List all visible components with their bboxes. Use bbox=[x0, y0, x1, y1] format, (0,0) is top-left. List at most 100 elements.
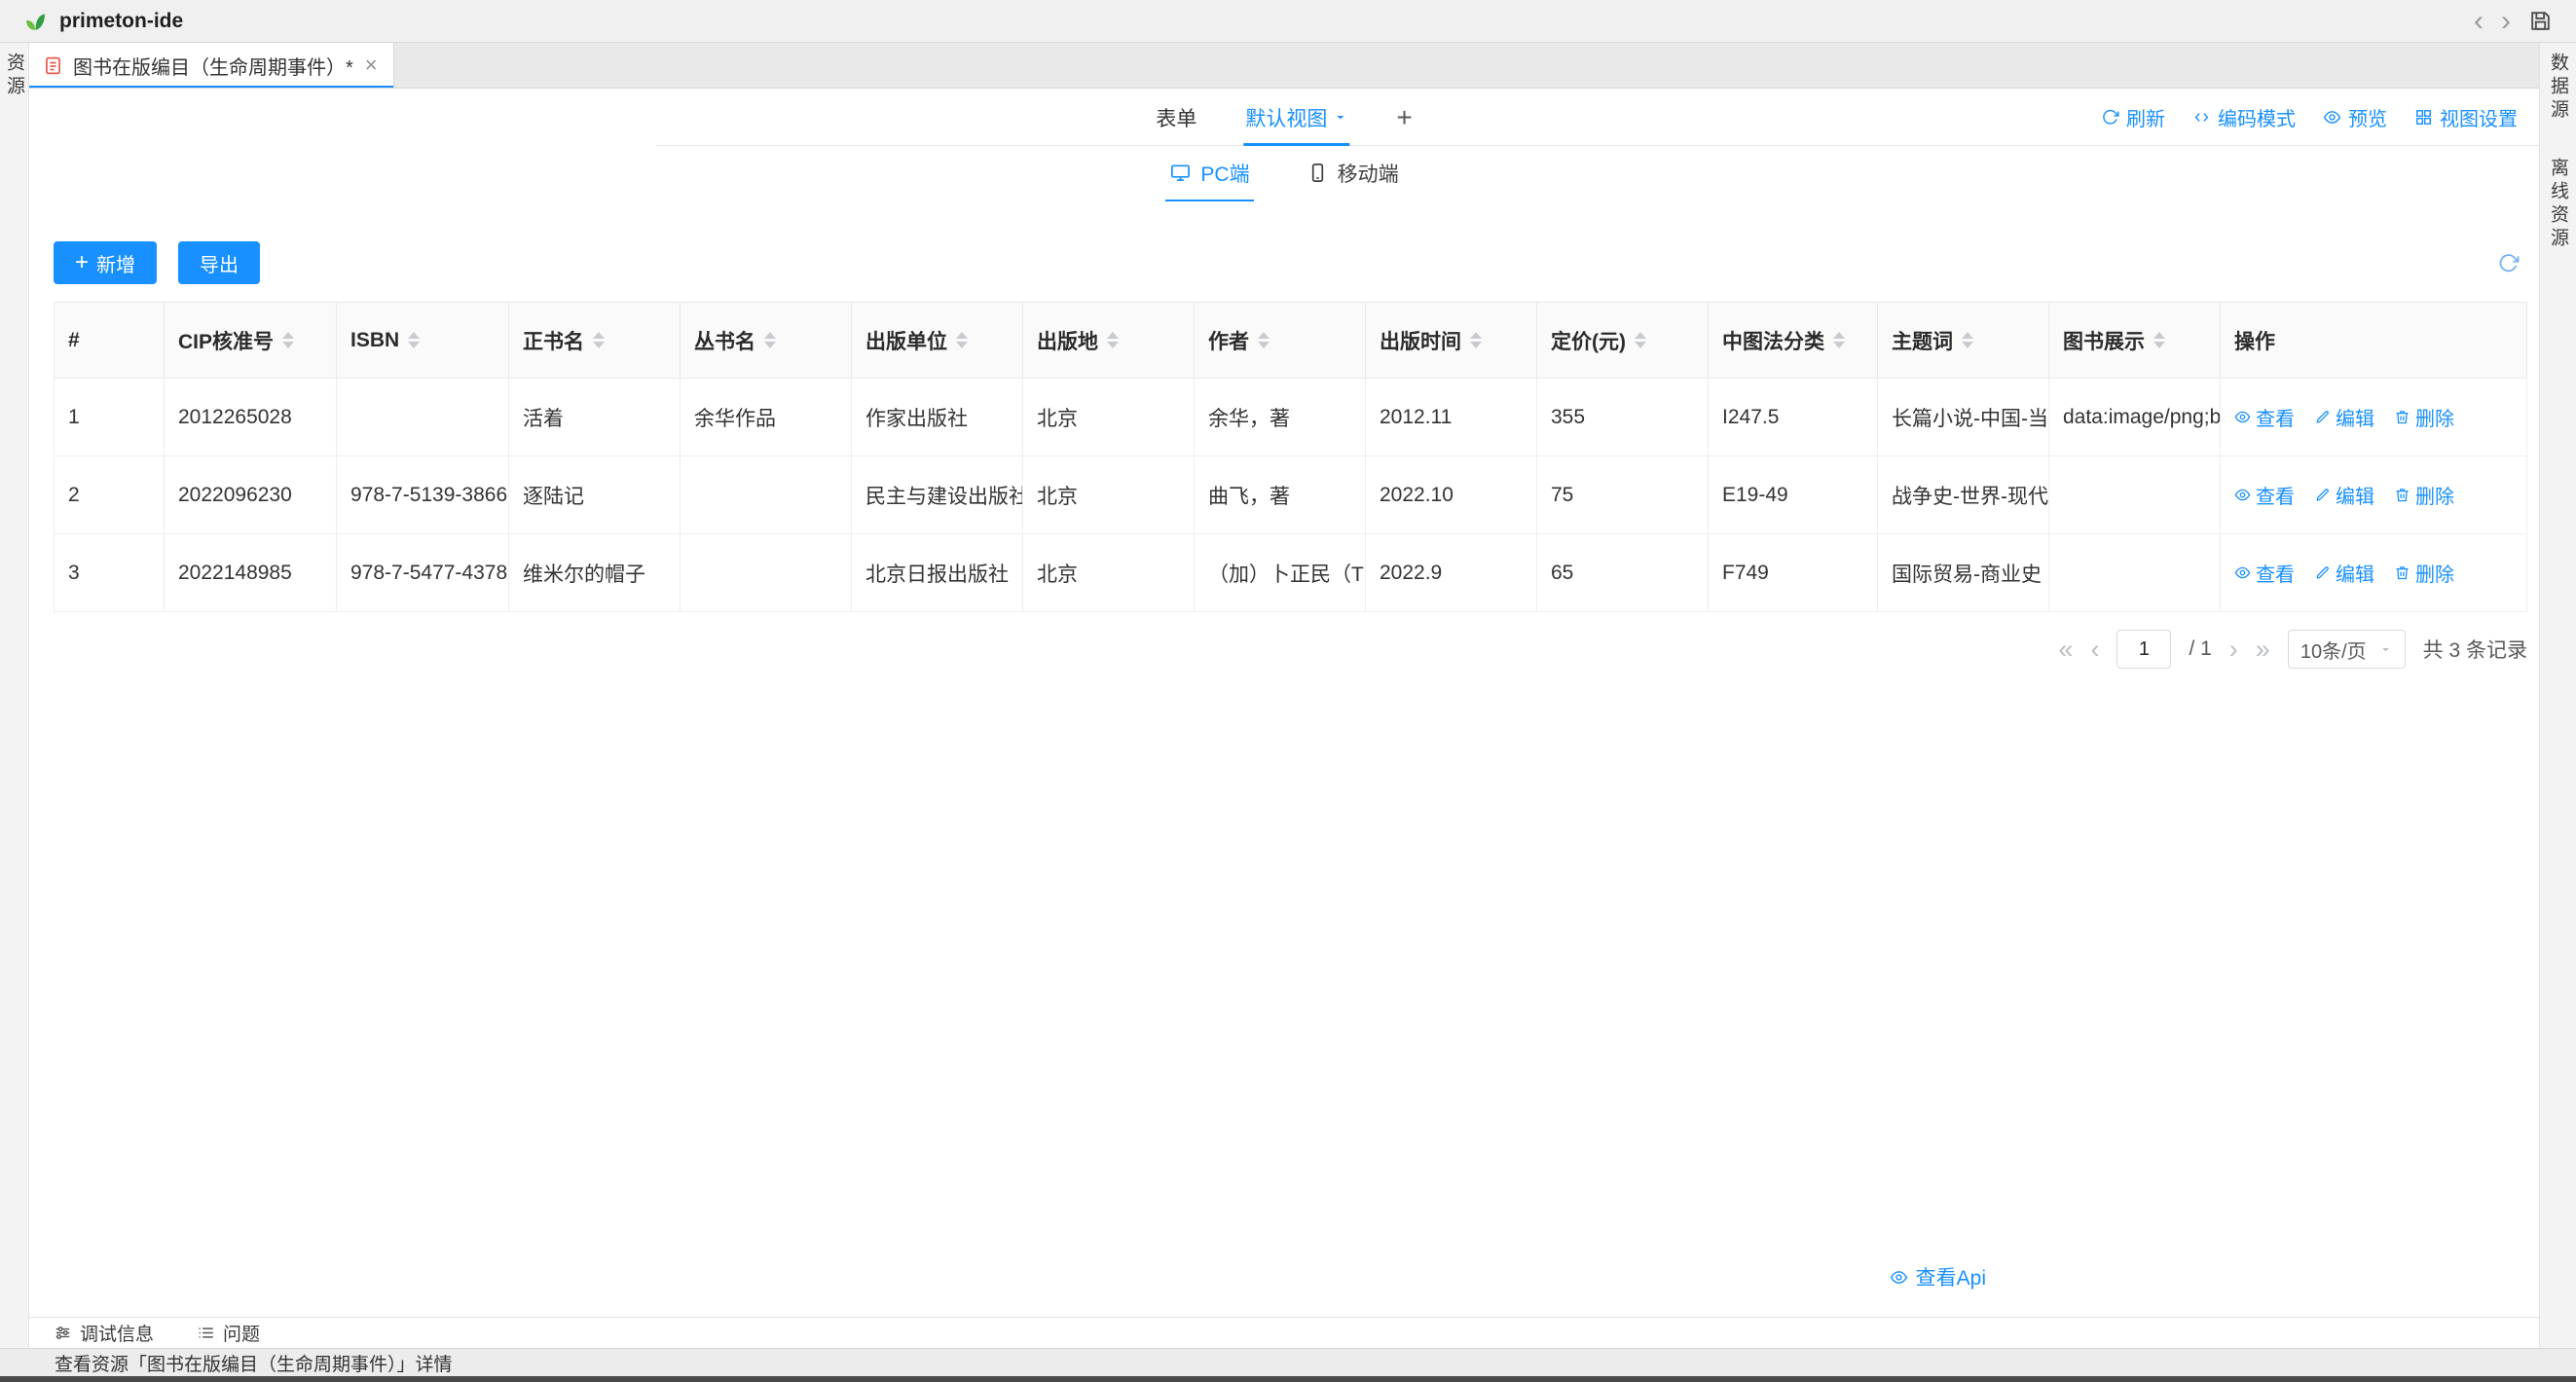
code-mode-button[interactable]: 编码模式 bbox=[2192, 103, 2296, 131]
eye-icon bbox=[2234, 409, 2251, 425]
nav-forward-button[interactable]: › bbox=[2501, 7, 2511, 36]
editor-tab-title: 图书在版编目（生命周期事件）* bbox=[73, 52, 353, 80]
sort-icon[interactable] bbox=[1962, 332, 1973, 348]
tab-default-view[interactable]: 默认视图 bbox=[1243, 89, 1349, 146]
cell-clc: F749 bbox=[1709, 534, 1878, 612]
editor-tab[interactable]: 图书在版编目（生命周期事件）* × bbox=[29, 43, 394, 88]
sort-icon[interactable] bbox=[2153, 332, 2165, 348]
cell-index: 1 bbox=[55, 379, 165, 456]
tab-mobile[interactable]: 移动端 bbox=[1303, 146, 1403, 201]
cell-title: 维米尔的帽子 bbox=[509, 534, 681, 612]
cell-image bbox=[2049, 456, 2221, 534]
debug-info-button[interactable]: 调试信息 bbox=[54, 1320, 154, 1346]
sort-icon[interactable] bbox=[956, 332, 968, 348]
sort-icon[interactable] bbox=[1635, 332, 1646, 348]
sort-icon[interactable] bbox=[1470, 332, 1482, 348]
pagination: « ‹ 1 / 1 › » 10条/页 共 3 条记录 bbox=[54, 630, 2527, 669]
table-row: 2 2022096230 978-7-5139-3866 逐陆记 民主与建设出版… bbox=[55, 456, 2527, 534]
cell-actions: 查看 编辑 删除 bbox=[2221, 379, 2527, 456]
refresh-icon bbox=[2101, 108, 2119, 127]
export-button[interactable]: 导出 bbox=[178, 241, 260, 284]
problems-button[interactable]: 问题 bbox=[197, 1320, 260, 1346]
chevron-down-icon bbox=[2378, 642, 2393, 657]
right-rail: 数据源 离线资源 bbox=[2539, 43, 2576, 1348]
add-view-tab-button[interactable]: + bbox=[1394, 89, 1414, 146]
view-row-button[interactable]: 查看 bbox=[2234, 481, 2295, 509]
edit-row-button[interactable]: 编辑 bbox=[2314, 559, 2374, 587]
grid-content: + 新增 导出 bbox=[29, 201, 2539, 1317]
next-page-button[interactable]: › bbox=[2229, 636, 2238, 663]
edit-row-button[interactable]: 编辑 bbox=[2314, 403, 2374, 431]
sliders-icon bbox=[54, 1324, 72, 1342]
save-icon[interactable] bbox=[2528, 9, 2553, 33]
nav-back-button[interactable]: ‹ bbox=[2474, 7, 2484, 36]
cell-publisher: 民主与建设出版社 bbox=[852, 456, 1023, 534]
app-window: primeton-ide ‹ › 资源 图书在版编目（生命周期事件）* × bbox=[0, 0, 2576, 1382]
table-refresh-button[interactable] bbox=[2497, 252, 2520, 274]
app-logo-icon bbox=[23, 9, 48, 33]
table-header-row: # CIP核准号 ISBN 正书名 丛书名 出版单位 出版地 作者 出版时间 定… bbox=[55, 303, 2527, 379]
trash-icon bbox=[2394, 564, 2410, 581]
cell-title: 活着 bbox=[509, 379, 681, 456]
sync-icon bbox=[2497, 252, 2520, 274]
close-tab-icon[interactable]: × bbox=[365, 55, 378, 76]
cell-actions: 查看 编辑 删除 bbox=[2221, 534, 2527, 612]
delete-row-button[interactable]: 删除 bbox=[2394, 481, 2454, 509]
view-api-link[interactable]: 查看Api bbox=[1890, 1262, 1986, 1291]
view-toolbar-actions: 刷新 编码模式 预览 视图设置 bbox=[2101, 89, 2539, 146]
resources-panel-tab[interactable]: 资源 bbox=[1, 53, 27, 99]
books-table: # CIP核准号 ISBN 正书名 丛书名 出版单位 出版地 作者 出版时间 定… bbox=[54, 302, 2527, 612]
preview-button[interactable]: 预览 bbox=[2323, 103, 2387, 131]
delete-row-button[interactable]: 删除 bbox=[2394, 559, 2454, 587]
sort-icon[interactable] bbox=[408, 332, 420, 348]
cell-series bbox=[681, 456, 852, 534]
view-settings-button[interactable]: 视图设置 bbox=[2414, 103, 2518, 131]
col-header-clc: 中图法分类 bbox=[1709, 303, 1878, 379]
view-row-button[interactable]: 查看 bbox=[2234, 403, 2295, 431]
col-header-place: 出版地 bbox=[1023, 303, 1195, 379]
cell-cip: 2012265028 bbox=[165, 379, 337, 456]
grid-toolbar: + 新增 导出 bbox=[54, 241, 2527, 284]
cell-clc: I247.5 bbox=[1709, 379, 1878, 456]
status-text: 查看资源「图书在版编目（生命周期事件）」详情 bbox=[55, 1350, 453, 1376]
cell-isbn bbox=[337, 379, 509, 456]
page-size-select[interactable]: 10条/页 bbox=[2288, 630, 2406, 669]
tab-pc[interactable]: PC端 bbox=[1165, 146, 1253, 201]
tab-form[interactable]: 表单 bbox=[1154, 89, 1198, 146]
titlebar-controls: ‹ › bbox=[2474, 7, 2553, 36]
first-page-button[interactable]: « bbox=[2058, 636, 2073, 663]
cell-actions: 查看 编辑 删除 bbox=[2221, 456, 2527, 534]
col-header-index: # bbox=[55, 303, 165, 379]
sort-icon[interactable] bbox=[593, 332, 605, 348]
trash-icon bbox=[2394, 487, 2410, 503]
cell-price: 355 bbox=[1537, 379, 1709, 456]
cell-subject: 战争史-世界-现代 bbox=[1878, 456, 2049, 534]
cell-author: 余华，著 bbox=[1195, 379, 1366, 456]
current-page-input[interactable]: 1 bbox=[2116, 630, 2171, 669]
sort-icon[interactable] bbox=[1258, 332, 1270, 348]
pencil-icon bbox=[2314, 564, 2331, 581]
total-pages-label: / 1 bbox=[2189, 637, 2211, 661]
sort-icon[interactable] bbox=[282, 332, 294, 348]
col-header-image: 图书展示 bbox=[2049, 303, 2221, 379]
prev-page-button[interactable]: ‹ bbox=[2090, 636, 2099, 663]
datasource-panel-tab[interactable]: 数据源 bbox=[2545, 53, 2571, 123]
last-page-button[interactable]: » bbox=[2256, 636, 2270, 663]
left-rail: 资源 bbox=[0, 43, 29, 1348]
cell-publisher: 北京日报出版社 bbox=[852, 534, 1023, 612]
refresh-button[interactable]: 刷新 bbox=[2101, 103, 2165, 131]
total-records-label: 共 3 条记录 bbox=[2423, 635, 2527, 664]
pencil-icon bbox=[2314, 409, 2331, 425]
sort-icon[interactable] bbox=[1833, 332, 1845, 348]
eye-icon bbox=[1890, 1268, 1908, 1287]
sort-icon[interactable] bbox=[1107, 332, 1119, 348]
delete-row-button[interactable]: 删除 bbox=[2394, 403, 2454, 431]
view-row-button[interactable]: 查看 bbox=[2234, 559, 2295, 587]
add-button[interactable]: + 新增 bbox=[54, 241, 157, 284]
offline-resources-panel-tab[interactable]: 离线资源 bbox=[2545, 158, 2571, 251]
eye-icon bbox=[2234, 487, 2251, 503]
sort-icon[interactable] bbox=[764, 332, 776, 348]
cell-subject: 长篇小说-中国-当 bbox=[1878, 379, 2049, 456]
cell-pubdate: 2022.9 bbox=[1366, 534, 1537, 612]
edit-row-button[interactable]: 编辑 bbox=[2314, 481, 2374, 509]
